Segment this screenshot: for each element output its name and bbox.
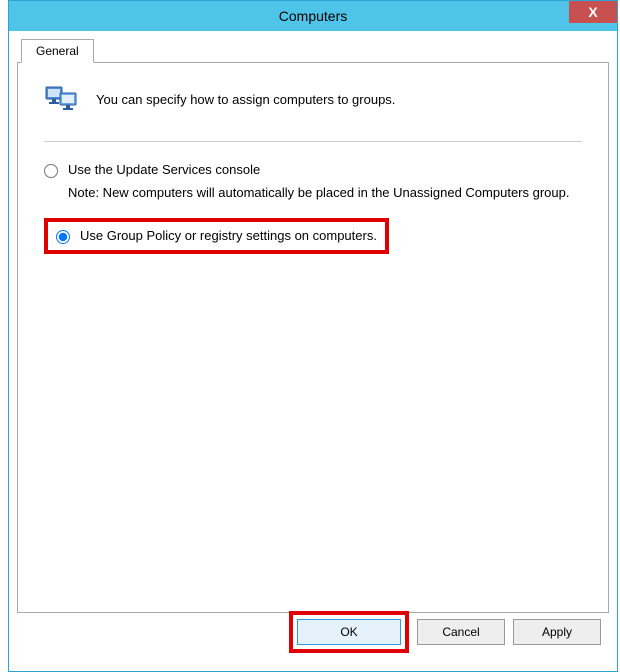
dialog-window: Computers X General xyxy=(8,0,618,672)
option-label: Use Group Policy or registry settings on… xyxy=(80,228,377,243)
intro-row: You can specify how to assign computers … xyxy=(44,81,582,117)
close-button[interactable]: X xyxy=(569,1,617,23)
tab-container: General xyxy=(17,39,609,663)
cancel-button[interactable]: Cancel xyxy=(417,619,505,645)
tab-general[interactable]: General xyxy=(21,39,94,63)
divider xyxy=(44,141,582,142)
close-icon: X xyxy=(588,4,597,20)
window-title: Computers xyxy=(9,8,617,24)
computers-icon xyxy=(44,81,80,117)
apply-button[interactable]: Apply xyxy=(513,619,601,645)
ok-button[interactable]: OK xyxy=(297,619,401,645)
titlebar[interactable]: Computers X xyxy=(9,1,617,31)
option-group-policy[interactable]: Use Group Policy or registry settings on… xyxy=(56,228,377,244)
option-update-services-console[interactable]: Use the Update Services console xyxy=(44,162,582,178)
option-update-services-note: Note: New computers will automatically b… xyxy=(68,184,582,202)
dialog-button-row: OK Cancel Apply xyxy=(289,611,601,653)
option-label: Use the Update Services console xyxy=(68,162,260,177)
highlight-ok-button: OK xyxy=(289,611,409,653)
radio-update-services-console[interactable] xyxy=(44,164,58,178)
background-fragment xyxy=(0,0,8,672)
radio-group-policy[interactable] xyxy=(56,230,70,244)
client-area: General xyxy=(9,31,617,671)
tab-panel-general: You can specify how to assign computers … xyxy=(17,62,609,613)
highlight-selected-option: Use Group Policy or registry settings on… xyxy=(44,218,389,254)
tab-label: General xyxy=(36,44,79,58)
intro-text: You can specify how to assign computers … xyxy=(96,92,395,107)
